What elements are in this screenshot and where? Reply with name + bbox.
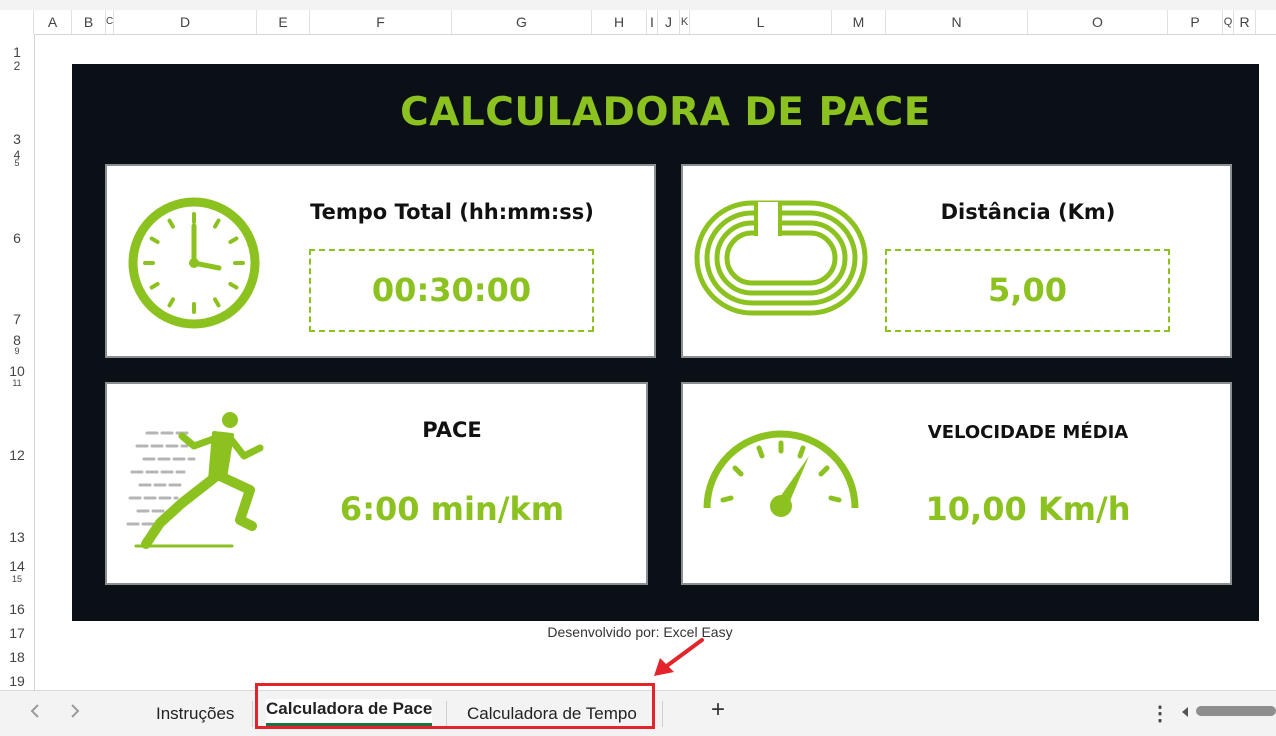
pace-dashboard: CALCULADORA DE PACE Tempo Total (hh:mm:s… bbox=[72, 64, 1259, 621]
row-header[interactable]: 13 bbox=[0, 529, 34, 545]
column-header[interactable]: P bbox=[1168, 10, 1223, 34]
column-header[interactable]: B bbox=[72, 10, 106, 34]
dashboard-title: CALCULADORA DE PACE bbox=[400, 90, 931, 135]
row-headers: 1 2 3 4 5 6 7 8 9 10 11 12 13 14 15 16 1… bbox=[0, 34, 35, 690]
select-all-corner[interactable] bbox=[0, 10, 34, 34]
column-header[interactable]: K bbox=[680, 10, 690, 34]
row-header[interactable]: 11 bbox=[0, 378, 34, 386]
chevron-left-icon[interactable] bbox=[28, 703, 42, 724]
total-time-label: Tempo Total (hh:mm:ss) bbox=[310, 200, 594, 224]
pace-card: PACE 6:00 min/km bbox=[105, 382, 648, 585]
add-sheet-button[interactable]: + bbox=[711, 696, 725, 724]
total-time-input[interactable]: 00:30:00 bbox=[309, 249, 594, 332]
tab-divider bbox=[252, 701, 253, 727]
row-header[interactable]: 9 bbox=[0, 346, 34, 354]
distance-label: Distância (Km) bbox=[940, 200, 1116, 224]
row-header[interactable]: 7 bbox=[0, 311, 34, 327]
distance-card: Distância (Km) 5,00 bbox=[681, 164, 1232, 358]
row-header[interactable]: 2 bbox=[0, 59, 34, 73]
horizontal-scrollbar[interactable] bbox=[1196, 706, 1276, 716]
pace-value: 6:00 min/km bbox=[339, 490, 565, 528]
column-header[interactable]: O bbox=[1028, 10, 1168, 34]
total-time-card: Tempo Total (hh:mm:ss) 00:30:00 bbox=[105, 164, 656, 358]
row-header[interactable]: 18 bbox=[0, 649, 34, 665]
column-header[interactable]: L bbox=[690, 10, 832, 34]
column-header[interactable]: G bbox=[452, 10, 592, 34]
column-header[interactable]: E bbox=[257, 10, 310, 34]
window-top-strip bbox=[0, 0, 1276, 10]
chevron-right-icon[interactable] bbox=[68, 703, 82, 724]
row-header[interactable]: 10 bbox=[0, 363, 34, 379]
highlight-annotation-box bbox=[255, 683, 655, 729]
row-header[interactable]: 1 bbox=[0, 44, 34, 60]
row-header[interactable]: 15 bbox=[0, 574, 34, 582]
distance-input[interactable]: 5,00 bbox=[885, 249, 1170, 332]
column-header[interactable]: D bbox=[114, 10, 257, 34]
annotation-arrow-icon bbox=[648, 636, 708, 687]
row-header[interactable]: 16 bbox=[0, 601, 34, 617]
clock-icon bbox=[127, 196, 261, 335]
distance-value: 5,00 bbox=[988, 271, 1067, 309]
row-header[interactable]: 19 bbox=[0, 673, 34, 689]
row-header[interactable]: 17 bbox=[0, 625, 34, 641]
row-header[interactable]: 6 bbox=[0, 230, 34, 246]
column-header[interactable]: A bbox=[34, 10, 72, 34]
average-speed-value: 10,00 Km/h bbox=[925, 490, 1131, 528]
column-header[interactable]: J bbox=[658, 10, 680, 34]
credit-text: Desenvolvido por: Excel Easy bbox=[547, 624, 733, 640]
column-header[interactable]: I bbox=[647, 10, 658, 34]
column-headers: A B C D E F G H I J K L M N O P Q R bbox=[0, 10, 1276, 35]
column-header[interactable]: H bbox=[592, 10, 647, 34]
pace-label: PACE bbox=[422, 418, 482, 442]
total-time-value: 00:30:00 bbox=[371, 271, 532, 309]
column-header[interactable]: F bbox=[310, 10, 452, 34]
running-track-icon bbox=[694, 200, 868, 323]
column-header[interactable]: C bbox=[106, 10, 114, 34]
average-speed-label: VELOCIDADE MÉDIA bbox=[927, 422, 1129, 443]
runner-icon bbox=[122, 408, 267, 558]
column-header[interactable]: R bbox=[1234, 10, 1256, 34]
column-header[interactable]: N bbox=[886, 10, 1028, 34]
average-speed-card: VELOCIDADE MÉDIA 10,00 Km/h bbox=[681, 382, 1232, 585]
row-header[interactable]: 12 bbox=[0, 447, 34, 463]
tab-divider bbox=[662, 701, 663, 727]
scroll-left-triangle-icon[interactable] bbox=[1180, 705, 1190, 723]
column-header[interactable]: M bbox=[832, 10, 886, 34]
row-header[interactable]: 14 bbox=[0, 558, 34, 574]
sheet-tab-instrucoes[interactable]: Instruções bbox=[156, 704, 234, 724]
row-header[interactable]: 5 bbox=[0, 158, 34, 166]
more-options-icon[interactable]: ⋮ bbox=[1150, 701, 1170, 726]
column-header[interactable]: Q bbox=[1223, 10, 1234, 34]
row-header[interactable]: 3 bbox=[0, 131, 34, 147]
speedometer-icon bbox=[699, 428, 863, 523]
